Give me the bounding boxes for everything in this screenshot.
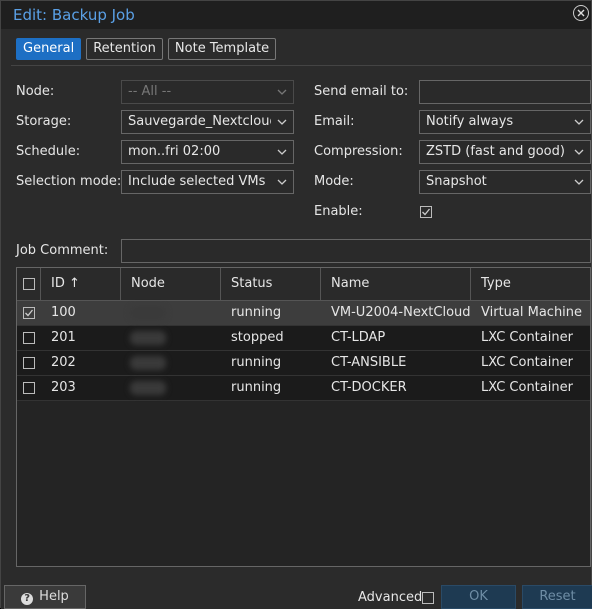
advanced-checkbox[interactable] bbox=[422, 592, 434, 604]
send-email-input[interactable] bbox=[419, 80, 591, 104]
row-id: 201 bbox=[51, 330, 76, 345]
chevron-down-icon bbox=[277, 149, 287, 155]
email-value: Notify always bbox=[426, 114, 514, 129]
row-id: 100 bbox=[51, 305, 76, 320]
advanced-label: Advanced bbox=[358, 590, 423, 605]
storage-select[interactable]: Sauvegarde_Nextcloud_ bbox=[121, 110, 294, 134]
help-label: Help bbox=[39, 589, 69, 604]
select-all-checkbox[interactable] bbox=[23, 278, 35, 290]
node-value: -- All -- bbox=[128, 84, 172, 99]
row-node-redacted bbox=[130, 381, 166, 395]
chevron-down-icon bbox=[277, 119, 287, 125]
compression-value: ZSTD (fast and good) bbox=[426, 144, 565, 159]
reset-button[interactable]: Reset bbox=[522, 585, 592, 609]
compression-label: Compression: bbox=[314, 144, 403, 159]
tab-note-template[interactable]: Note Template bbox=[167, 38, 277, 60]
row-name: CT-LDAP bbox=[331, 330, 386, 345]
chevron-down-icon bbox=[574, 149, 584, 155]
column-header-node[interactable]: Node bbox=[121, 268, 221, 300]
row-id: 203 bbox=[51, 380, 76, 395]
tab-bar: General Retention Note Template bbox=[16, 38, 277, 60]
row-checkbox[interactable] bbox=[23, 332, 35, 344]
storage-label: Storage: bbox=[16, 114, 72, 129]
table-row[interactable]: 203 running CT-DOCKER LXC Container bbox=[17, 376, 590, 401]
row-checkbox[interactable] bbox=[23, 307, 35, 319]
email-select[interactable]: Notify always bbox=[419, 110, 591, 134]
checkmark-icon bbox=[25, 309, 34, 317]
column-header-name[interactable]: Name bbox=[321, 268, 471, 300]
row-status: stopped bbox=[231, 330, 284, 345]
vm-selection-grid: ID ↑ Node Status Name Type 100 running V… bbox=[16, 267, 591, 567]
table-row[interactable]: 201 stopped CT-LDAP LXC Container bbox=[17, 326, 590, 351]
row-node-redacted bbox=[130, 356, 166, 370]
ok-button[interactable]: OK bbox=[441, 585, 516, 609]
grid-header: ID ↑ Node Status Name Type bbox=[17, 268, 590, 301]
row-name: VM-U2004-NextCloud bbox=[331, 305, 471, 320]
mode-select[interactable]: Snapshot bbox=[419, 170, 591, 194]
chevron-down-icon bbox=[277, 89, 287, 95]
row-node-redacted bbox=[130, 306, 166, 320]
chevron-down-icon bbox=[574, 119, 584, 125]
enable-label: Enable: bbox=[314, 204, 363, 219]
table-row[interactable]: 202 running CT-ANSIBLE LXC Container bbox=[17, 351, 590, 376]
backup-job-dialog: Edit: Backup Job General Retention Note … bbox=[0, 0, 592, 609]
mode-label: Mode: bbox=[314, 174, 354, 189]
schedule-label: Schedule: bbox=[16, 144, 81, 159]
column-header-id[interactable]: ID ↑ bbox=[41, 268, 121, 300]
job-comment-input[interactable] bbox=[121, 239, 591, 263]
chevron-down-icon bbox=[574, 179, 584, 185]
selection-mode-select[interactable]: Include selected VMs bbox=[121, 170, 294, 194]
selection-mode-value: Include selected VMs bbox=[128, 174, 266, 189]
compression-select[interactable]: ZSTD (fast and good) bbox=[419, 140, 591, 164]
row-checkbox[interactable] bbox=[23, 382, 35, 394]
checkmark-icon bbox=[422, 208, 431, 216]
send-email-label: Send email to: bbox=[314, 84, 409, 99]
selection-mode-label: Selection mode: bbox=[16, 174, 122, 189]
enable-checkbox[interactable] bbox=[420, 206, 432, 218]
chevron-down-icon bbox=[277, 179, 287, 185]
row-status: running bbox=[231, 380, 282, 395]
row-type: LXC Container bbox=[481, 355, 573, 370]
table-row[interactable]: 100 running VM-U2004-NextCloud Virtual M… bbox=[17, 301, 590, 326]
help-button[interactable]: ? Help bbox=[4, 585, 86, 609]
select-all-cell bbox=[17, 268, 41, 300]
row-checkbox[interactable] bbox=[23, 357, 35, 369]
job-comment-label: Job Comment: bbox=[16, 243, 109, 258]
row-type: LXC Container bbox=[481, 330, 573, 345]
column-header-type[interactable]: Type bbox=[471, 268, 590, 300]
row-type: LXC Container bbox=[481, 380, 573, 395]
tab-retention[interactable]: Retention bbox=[86, 38, 163, 60]
row-status: running bbox=[231, 355, 282, 370]
close-icon[interactable] bbox=[573, 5, 589, 21]
row-node-redacted bbox=[130, 331, 166, 345]
dialog-title: Edit: Backup Job bbox=[13, 6, 135, 24]
row-id: 202 bbox=[51, 355, 76, 370]
title-bar: Edit: Backup Job bbox=[1, 1, 591, 29]
node-label: Node: bbox=[16, 84, 55, 99]
row-type: Virtual Machine bbox=[481, 305, 583, 320]
column-header-status[interactable]: Status bbox=[221, 268, 321, 300]
schedule-select[interactable]: mon..fri 02:00 bbox=[121, 140, 294, 164]
schedule-value: mon..fri 02:00 bbox=[128, 144, 221, 159]
tab-general[interactable]: General bbox=[16, 38, 82, 60]
row-status: running bbox=[231, 305, 282, 320]
row-name: CT-DOCKER bbox=[331, 380, 407, 395]
tab-divider bbox=[11, 65, 591, 66]
mode-value: Snapshot bbox=[426, 174, 487, 189]
storage-value: Sauvegarde_Nextcloud_ bbox=[128, 114, 271, 129]
node-select[interactable]: -- All -- bbox=[121, 80, 294, 104]
help-icon: ? bbox=[21, 593, 34, 605]
email-label: Email: bbox=[314, 114, 355, 129]
row-name: CT-ANSIBLE bbox=[331, 355, 407, 370]
